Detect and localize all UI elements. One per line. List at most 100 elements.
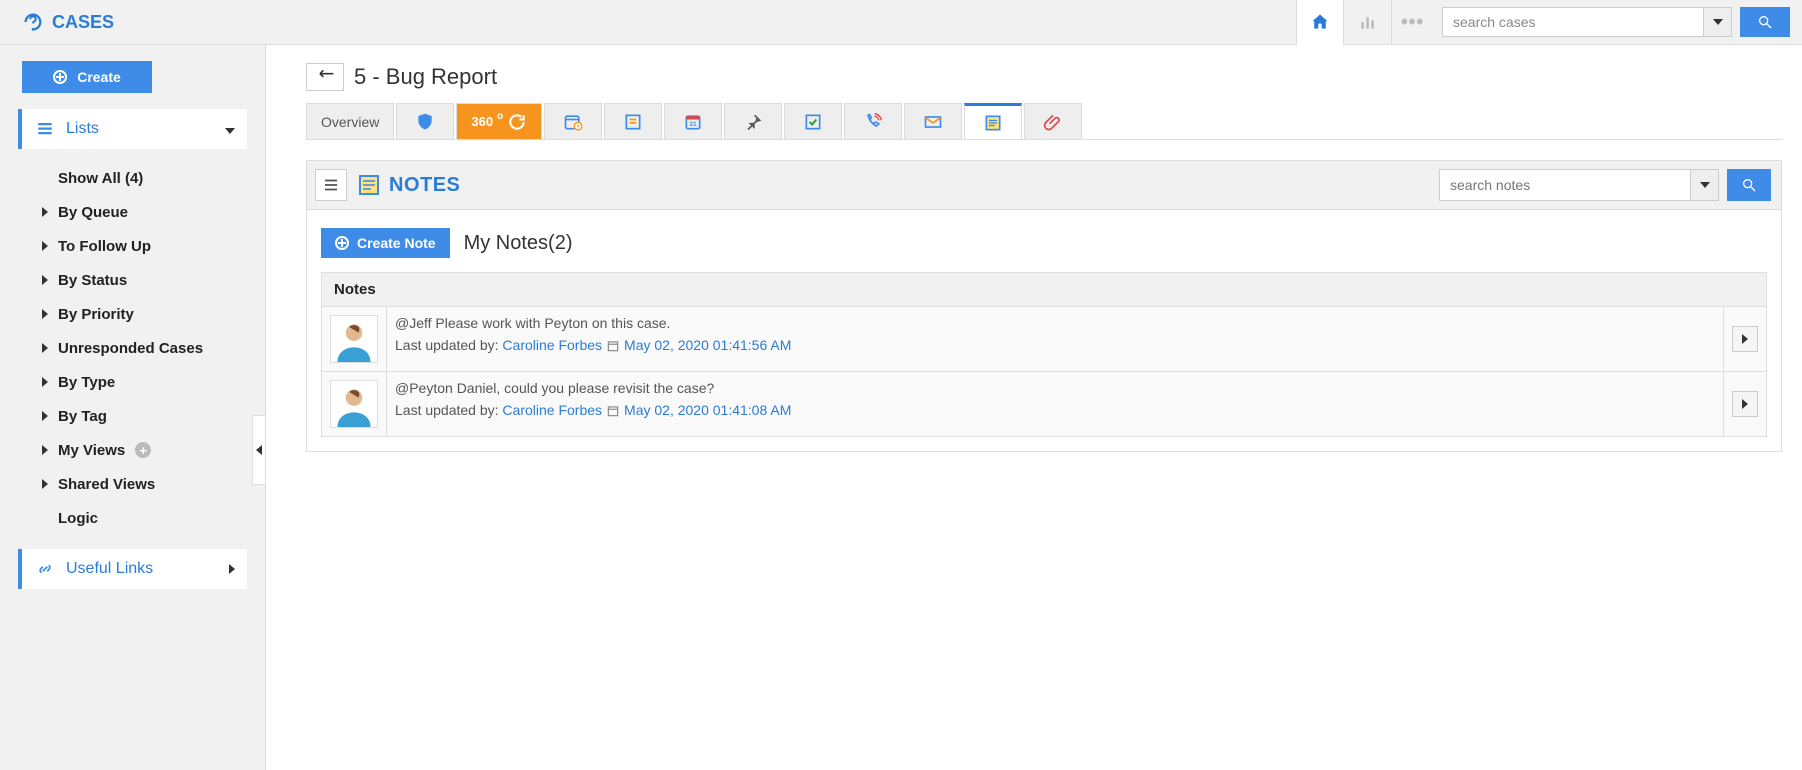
tab-mail[interactable] bbox=[904, 103, 962, 139]
home-icon bbox=[1310, 12, 1330, 32]
note-timestamp-link[interactable]: May 02, 2020 01:41:08 AM bbox=[624, 402, 791, 418]
sidebar-item-label: My Views bbox=[58, 442, 125, 459]
search-cases-input[interactable] bbox=[1443, 8, 1703, 36]
calendar-icon bbox=[606, 404, 620, 418]
back-button[interactable] bbox=[306, 63, 344, 91]
sidebar-list: Show All (4) By Queue To Follow Up By Statu… bbox=[18, 155, 247, 549]
plus-icon bbox=[335, 236, 349, 250]
more-menu[interactable]: ••• bbox=[1392, 0, 1432, 45]
sidebar-item-label: By Priority bbox=[58, 306, 134, 323]
tab-360-label: 360 bbox=[471, 114, 493, 129]
back-arrow-icon bbox=[315, 70, 335, 84]
note-text: @Jeff Please work with Peyton on this ca… bbox=[395, 315, 1715, 331]
brand[interactable]: CASES bbox=[0, 11, 132, 33]
note-expand-button[interactable] bbox=[1732, 326, 1758, 352]
degree-icon: o bbox=[497, 111, 503, 122]
useful-links-label: Useful Links bbox=[66, 560, 153, 578]
sidebar-item[interactable]: Shared Views bbox=[40, 467, 247, 501]
notes-icon bbox=[357, 173, 381, 197]
page-title: 5 - Bug Report bbox=[354, 64, 497, 90]
create-button[interactable]: Create bbox=[22, 61, 152, 93]
avatar-icon bbox=[332, 318, 376, 362]
chevron-down-icon bbox=[1713, 19, 1723, 25]
grid-icon bbox=[34, 120, 56, 138]
chevron-right-icon bbox=[1742, 334, 1748, 344]
stats-button[interactable] bbox=[1344, 0, 1392, 45]
sidebar-item[interactable]: Unresponded Cases bbox=[40, 331, 247, 365]
tab-attachment[interactable] bbox=[1024, 103, 1082, 139]
note-row: @Jeff Please work with Peyton on this ca… bbox=[322, 307, 1767, 372]
calendar-clock-icon bbox=[563, 112, 583, 132]
sidebar-item-label: Show All (4) bbox=[58, 170, 143, 187]
chevron-right-icon bbox=[40, 445, 50, 455]
tab-notes[interactable] bbox=[964, 103, 1022, 139]
lastby-label: Last updated by: bbox=[395, 402, 502, 418]
plus-icon bbox=[53, 70, 67, 84]
sidebar-item[interactable]: By Priority bbox=[40, 297, 247, 331]
search-notes-input[interactable] bbox=[1440, 170, 1690, 200]
tab-note-small[interactable] bbox=[604, 103, 662, 139]
sidebar-item[interactable]: Show All (4) bbox=[40, 161, 247, 195]
create-label: Create bbox=[77, 69, 121, 85]
my-notes-title: My Notes(2) bbox=[464, 232, 573, 255]
search-filter-dropdown[interactable] bbox=[1703, 8, 1731, 36]
tab-calendar[interactable]: 31 bbox=[664, 103, 722, 139]
calendar-icon bbox=[606, 339, 620, 353]
tab-overview-label: Overview bbox=[321, 114, 379, 130]
tab-overview[interactable]: Overview bbox=[306, 103, 394, 139]
note-author-link[interactable]: Caroline Forbes bbox=[502, 337, 602, 353]
check-box-icon bbox=[803, 112, 823, 132]
chevron-down-icon bbox=[1700, 182, 1710, 188]
avatar bbox=[330, 315, 378, 363]
sidebar-item[interactable]: By Queue bbox=[40, 195, 247, 229]
sidebar-item-label: Logic bbox=[58, 510, 98, 527]
shield-icon bbox=[415, 112, 435, 132]
pin-icon bbox=[743, 112, 763, 132]
notes-menu-button[interactable] bbox=[315, 169, 347, 201]
chevron-right-icon bbox=[229, 561, 235, 577]
tab-pin[interactable] bbox=[724, 103, 782, 139]
phone-icon bbox=[863, 112, 883, 132]
useful-links-panel[interactable]: Useful Links bbox=[18, 549, 247, 589]
chevron-right-icon bbox=[40, 377, 50, 387]
tab-phone[interactable] bbox=[844, 103, 902, 139]
tab-calendar-schedule[interactable] bbox=[544, 103, 602, 139]
brand-title: CASES bbox=[52, 12, 114, 33]
sidebar-item[interactable]: By Status bbox=[40, 263, 247, 297]
tab-shield[interactable] bbox=[396, 103, 454, 139]
home-button[interactable] bbox=[1296, 0, 1344, 45]
sidebar-item-label: Unresponded Cases bbox=[58, 340, 203, 357]
content: 5 - Bug Report Overview 360 o 31 NOTES bbox=[265, 45, 1802, 770]
sidebar-item[interactable]: By Tag bbox=[40, 399, 247, 433]
lists-panel[interactable]: Lists bbox=[18, 109, 247, 149]
sidebar-item[interactable]: To Follow Up bbox=[40, 229, 247, 263]
bar-chart-icon bbox=[1358, 12, 1378, 32]
hamburger-icon bbox=[322, 176, 340, 194]
sidebar-item[interactable]: By Type bbox=[40, 365, 247, 399]
notes-table: Notes @Jeff Please work with Peyton on t… bbox=[321, 272, 1767, 437]
tab-360[interactable]: 360 o bbox=[456, 103, 542, 139]
sidebar-item-label: To Follow Up bbox=[58, 238, 151, 255]
note-author-link[interactable]: Caroline Forbes bbox=[502, 402, 602, 418]
chevron-down-icon bbox=[225, 121, 235, 137]
topbar: CASES ••• bbox=[0, 0, 1802, 45]
sidebar-item[interactable]: Logic bbox=[40, 501, 247, 535]
svg-text:31: 31 bbox=[689, 121, 697, 128]
sidebar-collapse-handle[interactable] bbox=[252, 415, 266, 485]
note-expand-button[interactable] bbox=[1732, 391, 1758, 417]
add-view-button[interactable]: + bbox=[135, 442, 151, 458]
link-icon bbox=[34, 560, 56, 578]
sidebar-item-label: Shared Views bbox=[58, 476, 155, 493]
question-circle-icon bbox=[22, 11, 44, 33]
create-note-button[interactable]: Create Note bbox=[321, 228, 450, 258]
paperclip-icon bbox=[1043, 112, 1063, 132]
notes-header-title: NOTES bbox=[389, 174, 460, 197]
search-cases-button[interactable] bbox=[1740, 7, 1790, 37]
notes-search-dropdown[interactable] bbox=[1690, 170, 1718, 200]
chevron-right-icon bbox=[40, 207, 50, 217]
tab-check[interactable] bbox=[784, 103, 842, 139]
tabbar: Overview 360 o 31 bbox=[306, 103, 1782, 140]
sidebar-item[interactable]: My Views + bbox=[40, 433, 247, 467]
note-timestamp-link[interactable]: May 02, 2020 01:41:56 AM bbox=[624, 337, 791, 353]
search-notes-button[interactable] bbox=[1727, 169, 1771, 201]
